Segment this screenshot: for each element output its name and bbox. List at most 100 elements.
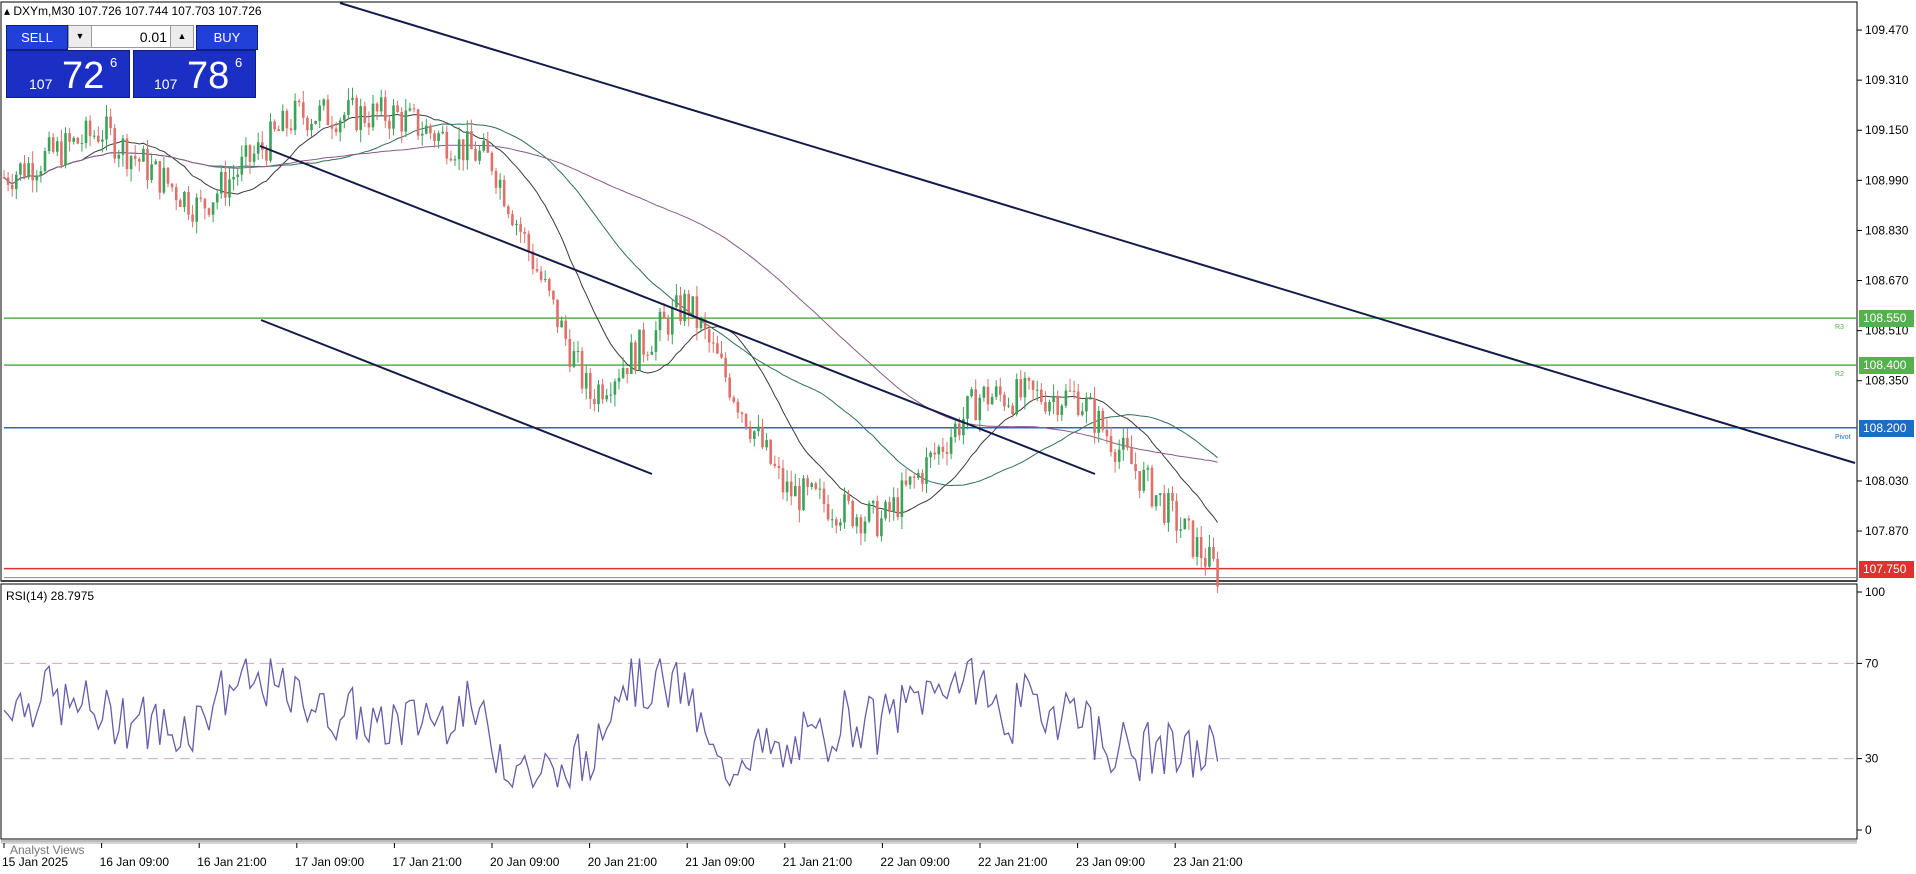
- candle-body: [994, 386, 998, 397]
- candle-body: [133, 156, 137, 159]
- candle-body: [371, 103, 375, 128]
- candle-body: [281, 110, 285, 131]
- candle-body: [109, 116, 112, 129]
- lot-decrease-icon[interactable]: ▼: [69, 26, 92, 47]
- candle-body: [519, 223, 522, 232]
- analyst-views-tab[interactable]: Analyst Views: [10, 843, 84, 857]
- candle-body: [888, 501, 891, 513]
- candle-body: [654, 330, 658, 352]
- candle-body: [958, 423, 961, 436]
- buy-button[interactable]: BUY: [196, 25, 258, 50]
- candle-body: [97, 135, 100, 142]
- candle-body: [1199, 537, 1203, 559]
- candle-body: [232, 176, 235, 180]
- candle-body: [789, 481, 793, 497]
- candle-body: [1035, 389, 1039, 391]
- buy-price-box[interactable]: 107 78 6: [133, 50, 256, 98]
- candle-body: [1101, 410, 1105, 430]
- candle-body: [1146, 467, 1150, 470]
- moving-average-line: [3, 144, 1218, 463]
- candle-body: [273, 121, 276, 130]
- candle-body: [449, 158, 453, 161]
- candle-body: [379, 97, 383, 112]
- candle-body: [355, 97, 358, 131]
- candle-body: [117, 154, 121, 159]
- candle-body: [347, 100, 350, 115]
- candle-body: [556, 299, 559, 328]
- candle-body: [1142, 469, 1146, 491]
- candle-body: [900, 480, 904, 517]
- candle-body: [1019, 379, 1023, 398]
- candle-body: [183, 191, 186, 208]
- lot-increase-icon[interactable]: ▲: [170, 26, 193, 47]
- candle-body: [949, 437, 953, 454]
- candle-body: [576, 350, 580, 352]
- sell-price-prefix: 107: [29, 76, 53, 92]
- candle-body: [675, 295, 678, 308]
- sell-button[interactable]: SELL: [6, 25, 68, 50]
- candle-body: [572, 351, 576, 367]
- candle-body: [671, 307, 674, 335]
- candle-body: [921, 472, 924, 484]
- candle-body: [794, 485, 797, 497]
- level-name-label: R2: [1835, 371, 1844, 379]
- candle-body: [498, 179, 502, 188]
- candle-body: [10, 184, 14, 190]
- candle-body: [802, 478, 805, 511]
- candle-body: [1015, 379, 1018, 415]
- candle-body: [511, 214, 514, 226]
- candle-body: [867, 503, 871, 522]
- candle-body: [978, 397, 982, 421]
- candle-body: [527, 233, 531, 252]
- candle-body: [1089, 398, 1092, 400]
- candle-body: [1154, 495, 1158, 507]
- candle-body: [502, 179, 506, 207]
- candle-body: [564, 320, 567, 340]
- candle-body: [507, 206, 510, 215]
- candle-body: [375, 103, 379, 112]
- price-tick-label: 108.670: [1865, 274, 1909, 288]
- trend-channel-line[interactable]: [260, 319, 653, 475]
- lot-size-field[interactable]: ▼ ▲: [68, 25, 194, 48]
- candle-body: [359, 106, 362, 131]
- candle-body: [474, 149, 477, 161]
- candle-body: [125, 138, 129, 170]
- candle-body: [392, 105, 395, 129]
- candle-body: [121, 138, 125, 155]
- candle-body: [736, 401, 740, 413]
- chart-canvas[interactable]: 109.470 109.310 109.150 108.990 108.830 108.6…: [0, 0, 1916, 874]
- candle-body: [420, 133, 424, 136]
- candle-body: [761, 426, 764, 448]
- candle-body: [60, 141, 63, 166]
- candle-body: [716, 343, 719, 354]
- candle-body: [166, 167, 170, 184]
- candle-body: [543, 279, 547, 281]
- time-tick-label: 15 Jan 2025: [2, 855, 68, 869]
- candle-body: [408, 108, 412, 111]
- candle-body: [441, 131, 444, 134]
- candle-body: [986, 386, 990, 405]
- candle-body: [851, 500, 854, 527]
- candle-body: [293, 100, 297, 131]
- lot-size-input[interactable]: [93, 26, 171, 47]
- collapse-triangle-icon[interactable]: ▴: [4, 4, 10, 18]
- candle-body: [158, 161, 162, 193]
- candle-body: [679, 295, 682, 322]
- candle-body: [822, 488, 826, 504]
- candle-body: [748, 427, 752, 439]
- candle-body: [318, 105, 321, 121]
- trend-channel-line[interactable]: [339, 2, 1856, 464]
- time-tick-label: 16 Jan 21:00: [197, 855, 267, 869]
- sell-price-box[interactable]: 107 72 6: [6, 50, 130, 98]
- candle-body: [92, 135, 96, 137]
- candle-body: [1208, 546, 1211, 567]
- candle-body: [39, 171, 43, 176]
- candle-body: [461, 139, 465, 161]
- candle-body: [535, 269, 539, 272]
- candle-body: [1122, 437, 1125, 450]
- candle-body: [191, 214, 194, 222]
- candle-body: [1158, 493, 1162, 496]
- candle-body: [732, 397, 736, 402]
- candle-body: [302, 102, 305, 118]
- symbol-info: ▴ DXYm,M30 107.726 107.744 107.703 107.7…: [4, 4, 262, 18]
